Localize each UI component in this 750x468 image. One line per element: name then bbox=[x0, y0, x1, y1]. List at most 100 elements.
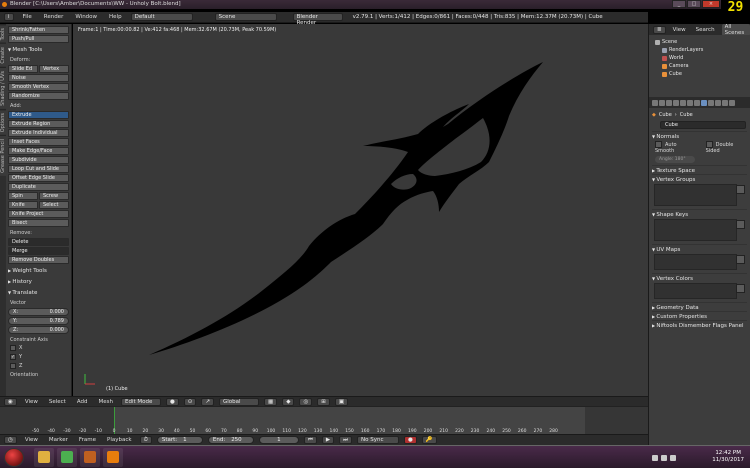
extrude-region-button[interactable]: Extrude Region bbox=[8, 120, 69, 128]
uv-maps-panel-header[interactable]: UV Maps bbox=[652, 244, 747, 253]
keying-set-icon[interactable]: 🔑 bbox=[421, 436, 437, 444]
constraints-tab-icon[interactable] bbox=[687, 99, 693, 106]
push-pull-button[interactable]: Push/Pull bbox=[8, 35, 69, 43]
volume-icon[interactable] bbox=[661, 455, 667, 461]
loop-cut-slide-button[interactable]: Loop Cut and Slide bbox=[8, 165, 69, 173]
niftools-panel-header[interactable]: Niftools Dismember Flags Panel bbox=[652, 320, 747, 329]
object-tab-icon[interactable] bbox=[680, 99, 686, 106]
editor-type-icon[interactable]: i bbox=[4, 13, 14, 21]
scene-dropdown[interactable]: Scene bbox=[214, 13, 277, 21]
menu-timeline-view[interactable]: View bbox=[22, 437, 41, 443]
texture-space-panel-header[interactable]: Texture Space bbox=[652, 165, 747, 174]
constraint-z-checkbox[interactable]: Z bbox=[10, 363, 69, 369]
double-sided-checkbox[interactable]: Double Sided bbox=[706, 141, 747, 154]
constraint-x-checkbox[interactable]: X bbox=[10, 345, 69, 351]
extrude-dropdown[interactable]: Extrude bbox=[8, 111, 69, 119]
scene-tab-icon[interactable] bbox=[666, 99, 672, 106]
orientation-dropdown[interactable]: Global bbox=[219, 397, 260, 406]
inset-faces-button[interactable]: Inset Faces bbox=[8, 138, 69, 146]
vector-y-field[interactable]: Y: 0.789 bbox=[8, 317, 69, 325]
randomize-button[interactable]: Randomize bbox=[8, 92, 69, 100]
proportional-edit-icon[interactable]: ◎ bbox=[299, 397, 313, 406]
normals-panel-header[interactable]: Normals bbox=[652, 131, 747, 140]
taskbar-app-chrome[interactable] bbox=[57, 448, 77, 467]
outliner-tab-all-scenes[interactable]: All Scenes bbox=[721, 23, 750, 36]
screw-button[interactable]: Screw bbox=[39, 192, 69, 200]
view3d-editor-type-icon[interactable]: ◉ bbox=[4, 397, 17, 406]
remove-doubles-button[interactable]: Remove Doubles bbox=[8, 256, 69, 264]
mesh-tools-panel-header[interactable]: Mesh Tools bbox=[8, 46, 69, 54]
world-tab-icon[interactable] bbox=[673, 99, 679, 106]
network-icon[interactable] bbox=[652, 455, 658, 461]
taskbar-app-blender[interactable] bbox=[103, 448, 123, 467]
merge-dropdown[interactable]: Merge bbox=[8, 247, 69, 255]
vertex-groups-list[interactable] bbox=[654, 184, 745, 206]
slide-edge-button[interactable]: Slide Ed bbox=[8, 65, 38, 73]
particles-tab-icon[interactable] bbox=[722, 99, 728, 106]
smooth-vertex-button[interactable]: Smooth Vertex bbox=[8, 83, 69, 91]
clock[interactable]: 12:42 PM 11/30/2017 bbox=[712, 450, 744, 464]
vector-x-field[interactable]: X: 0.000 bbox=[8, 308, 69, 316]
end-frame-field[interactable]: End: 250 bbox=[207, 436, 254, 444]
taskbar-app-media[interactable] bbox=[80, 448, 100, 467]
auto-smooth-angle-field[interactable]: Angle: 180° bbox=[655, 156, 695, 163]
outliner-row[interactable]: Camera bbox=[651, 62, 748, 70]
auto-smooth-checkbox[interactable]: Auto Smooth bbox=[655, 141, 696, 154]
knife-button[interactable]: Knife bbox=[8, 201, 38, 209]
make-edge-face-button[interactable]: Make Edge/Face bbox=[8, 147, 69, 155]
uv-maps-list[interactable] bbox=[654, 254, 745, 270]
mode-dropdown[interactable]: Edit Mode bbox=[120, 397, 161, 406]
menu-view[interactable]: View bbox=[22, 399, 41, 405]
layout-dropdown[interactable]: Default bbox=[130, 13, 193, 21]
history-panel-header[interactable]: History bbox=[8, 278, 69, 286]
shrink-fatten-button[interactable]: Shrink/Fatten bbox=[8, 26, 69, 34]
geometry-data-panel-header[interactable]: Geometry Data bbox=[652, 302, 747, 311]
record-icon[interactable]: ● bbox=[404, 436, 417, 444]
knife-select-button[interactable]: Select bbox=[39, 201, 69, 209]
sync-dropdown[interactable]: No Sync bbox=[357, 436, 400, 444]
menu-frame[interactable]: Frame bbox=[76, 437, 99, 443]
vector-z-field[interactable]: Z: 0.000 bbox=[8, 326, 69, 334]
menu-add[interactable]: Add bbox=[74, 399, 91, 405]
close-button[interactable]: × bbox=[702, 0, 720, 8]
bisect-button[interactable]: Bisect bbox=[8, 219, 69, 227]
shape-keys-panel-header[interactable]: Shape Keys bbox=[652, 209, 747, 218]
outliner-row[interactable]: Scene bbox=[651, 38, 748, 46]
jump-start-icon[interactable]: ⏮ bbox=[303, 436, 317, 444]
shape-keys-list[interactable] bbox=[654, 219, 745, 241]
vertex-colors-panel-header[interactable]: Vertex Colors bbox=[652, 273, 747, 282]
modifiers-tab-icon[interactable] bbox=[694, 99, 700, 106]
delete-dropdown[interactable]: Delete bbox=[8, 238, 69, 246]
menu-marker[interactable]: Marker bbox=[46, 437, 71, 443]
material-tab-icon[interactable] bbox=[708, 99, 714, 106]
timeline-editor-type-icon[interactable]: ◷ bbox=[4, 436, 17, 444]
knife-project-button[interactable]: Knife Project bbox=[8, 210, 69, 218]
texture-tab-icon[interactable] bbox=[715, 99, 721, 106]
flag-icon[interactable] bbox=[670, 455, 676, 461]
render-tab-icon[interactable] bbox=[652, 99, 658, 106]
physics-tab-icon[interactable] bbox=[729, 99, 735, 106]
outliner-row[interactable]: Cube bbox=[651, 70, 748, 78]
weight-tools-panel-header[interactable]: Weight Tools bbox=[8, 267, 69, 275]
start-button[interactable] bbox=[4, 448, 24, 467]
extrude-individual-button[interactable]: Extrude Individual bbox=[8, 129, 69, 137]
start-frame-field[interactable]: Start: 1 bbox=[156, 436, 203, 444]
select-mode-icon[interactable]: ◆ bbox=[282, 397, 295, 406]
shading-dropdown[interactable]: ● bbox=[165, 397, 179, 406]
spin-button[interactable]: Spin bbox=[8, 192, 38, 200]
constraint-y-checkbox[interactable]: ✓ Y bbox=[10, 354, 69, 360]
outliner-row[interactable]: World bbox=[651, 54, 748, 62]
menu-render[interactable]: Render bbox=[41, 14, 67, 20]
outliner-tab-search[interactable]: Search bbox=[693, 27, 718, 33]
play-icon[interactable]: ▶ bbox=[321, 436, 335, 444]
menu-select[interactable]: Select bbox=[46, 399, 69, 405]
render-icon[interactable]: ▣ bbox=[334, 397, 349, 406]
outliner-tab-view[interactable]: View bbox=[670, 27, 689, 33]
outliner-editor-type-icon[interactable]: ≣ bbox=[653, 25, 666, 34]
menu-playback[interactable]: Playback bbox=[104, 437, 135, 443]
maximize-button[interactable]: □ bbox=[687, 0, 701, 8]
mesh-name-field[interactable]: Cube bbox=[660, 121, 746, 129]
blade-mesh[interactable] bbox=[73, 24, 648, 396]
noise-button[interactable]: Noise bbox=[8, 74, 69, 82]
3d-viewport[interactable]: Frame:1 | Time:00:00.82 | Ve:412 fa:468 … bbox=[73, 24, 648, 396]
